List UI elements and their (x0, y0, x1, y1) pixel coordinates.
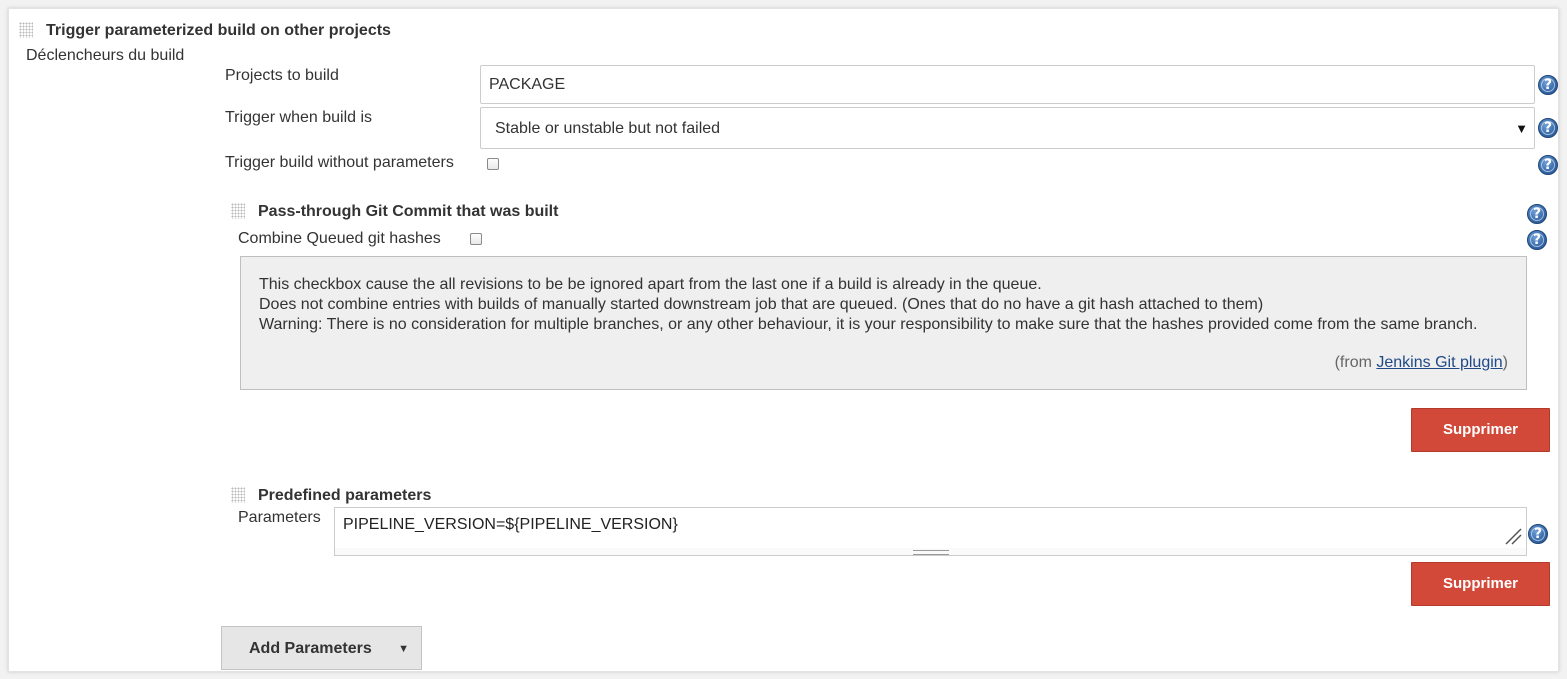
help-source: (from Jenkins Git plugin) (1335, 353, 1508, 373)
delete-predefined-parameters-button[interactable]: Supprimer (1411, 562, 1550, 606)
add-parameters-label: Add Parameters (249, 640, 372, 657)
trigger-when-selected-value: Stable or unstable but not failed (495, 120, 721, 137)
delete-git-commit-button[interactable]: Supprimer (1411, 408, 1550, 452)
projects-to-build-label: Projects to build (225, 67, 339, 84)
help-icon[interactable]: ? (1527, 230, 1547, 250)
help-source-prefix: (from (1334, 354, 1377, 371)
combine-queued-label: Combine Queued git hashes (238, 230, 441, 247)
parameters-textarea[interactable]: PIPELINE_VERSION=${PIPELINE_VERSION} (334, 507, 1527, 549)
combine-queued-checkbox[interactable] (470, 233, 482, 245)
trigger-when-select[interactable]: Stable or unstable but not failed ▼ (480, 107, 1535, 149)
trigger-section-title: Trigger parameterized build on other pro… (46, 22, 391, 39)
caret-down-icon: ▼ (1515, 121, 1528, 136)
drag-handle-icon[interactable] (231, 203, 245, 219)
trigger-when-label: Trigger when build is (225, 109, 373, 126)
combine-queued-help-text: This checkbox cause the all revisions to… (240, 256, 1527, 390)
help-line-1: This checkbox cause the all revisions to… (259, 276, 1042, 293)
drag-handle-icon[interactable] (19, 22, 33, 38)
help-icon[interactable]: ? (1527, 204, 1547, 224)
resize-grip-icon[interactable] (1503, 526, 1523, 546)
help-source-suffix: ) (1502, 354, 1508, 371)
drag-handle-icon[interactable] (231, 487, 245, 503)
predefined-parameters-title: Predefined parameters (258, 487, 432, 504)
help-icon[interactable]: ? (1538, 155, 1558, 175)
help-icon[interactable]: ? (1528, 524, 1548, 544)
jenkins-git-plugin-link[interactable]: Jenkins Git plugin (1376, 354, 1502, 371)
help-line-2: Does not combine entries with builds of … (259, 296, 1264, 313)
parameters-value: PIPELINE_VERSION=${PIPELINE_VERSION} (343, 516, 678, 533)
add-parameters-button[interactable]: Add Parameters ▼ (221, 626, 422, 670)
without-parameters-label: Trigger build without parameters (225, 154, 454, 171)
without-parameters-checkbox[interactable] (487, 158, 499, 170)
drag-handle-icon (912, 550, 949, 555)
help-icon[interactable]: ? (1538, 75, 1558, 95)
projects-to-build-input[interactable]: PACKAGE (480, 65, 1535, 104)
git-commit-section-title: Pass-through Git Commit that was built (258, 203, 559, 220)
build-triggers-category-label: Déclencheurs du build (26, 47, 185, 64)
help-line-3: Warning: There is no consideration for m… (259, 316, 1478, 333)
parameters-label: Parameters (238, 509, 321, 526)
caret-down-icon: ▼ (398, 643, 409, 655)
textarea-resize-bar[interactable] (334, 548, 1527, 556)
help-icon[interactable]: ? (1538, 118, 1558, 138)
